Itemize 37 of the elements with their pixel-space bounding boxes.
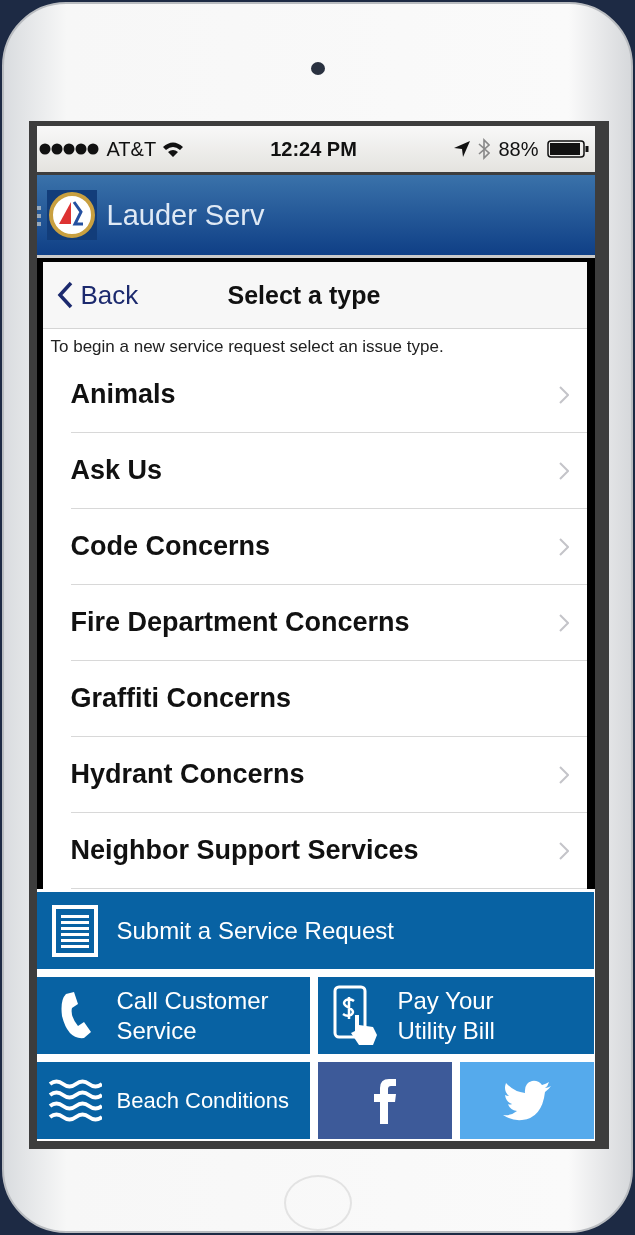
chevron-icon: [558, 613, 569, 632]
wifi-icon: [162, 141, 185, 157]
page-title: Select a type: [227, 280, 381, 310]
facebook-button[interactable]: [317, 1062, 452, 1139]
pay-bill-button[interactable]: Pay Your Utility Bill: [317, 977, 594, 1054]
chevron-icon: [558, 765, 569, 784]
chevron-icon: [558, 537, 569, 556]
battery-icon: [546, 140, 589, 158]
phone-payment-icon: [332, 984, 379, 1047]
camera-icon: [310, 62, 325, 75]
facebook-icon: [372, 1077, 397, 1124]
back-button[interactable]: Back: [56, 279, 139, 311]
back-chevron-icon: [56, 281, 73, 309]
call-button[interactable]: Call Customer Service: [36, 977, 310, 1054]
chevron-icon: [558, 841, 569, 860]
issue-type-item[interactable]: Graffiti Concerns: [70, 661, 587, 737]
issue-type-item[interactable]: Animals: [70, 357, 587, 433]
issue-type-item[interactable]: Hydrant Concerns: [70, 737, 587, 813]
app-logo[interactable]: [36, 188, 99, 242]
document-icon: [51, 904, 98, 957]
clock: 12:24 PM: [270, 137, 357, 161]
app-title: Lauder Serv: [106, 198, 265, 232]
issue-type-item[interactable]: Fire Department Concerns: [70, 585, 587, 661]
beach-conditions-button[interactable]: Beach Conditions: [36, 1062, 310, 1139]
bird-icon: [501, 1079, 552, 1122]
issue-type-item[interactable]: Code Concerns: [70, 509, 587, 585]
chevron-icon: [558, 385, 569, 404]
chevron-icon: [558, 461, 569, 480]
bluetooth-icon: [478, 138, 491, 160]
issue-type-item[interactable]: Ask Us: [70, 433, 587, 509]
instruction-text: To begin a new service request select an issue type.: [49, 336, 445, 357]
signal-icon: [38, 143, 101, 155]
location-arrow-icon: [454, 141, 471, 157]
submit-request-button[interactable]: Submit a Service Request: [36, 892, 594, 969]
carrier-label: AT&T: [106, 137, 157, 161]
waves-icon: [47, 1078, 102, 1123]
battery-percent: 88%: [498, 137, 539, 161]
